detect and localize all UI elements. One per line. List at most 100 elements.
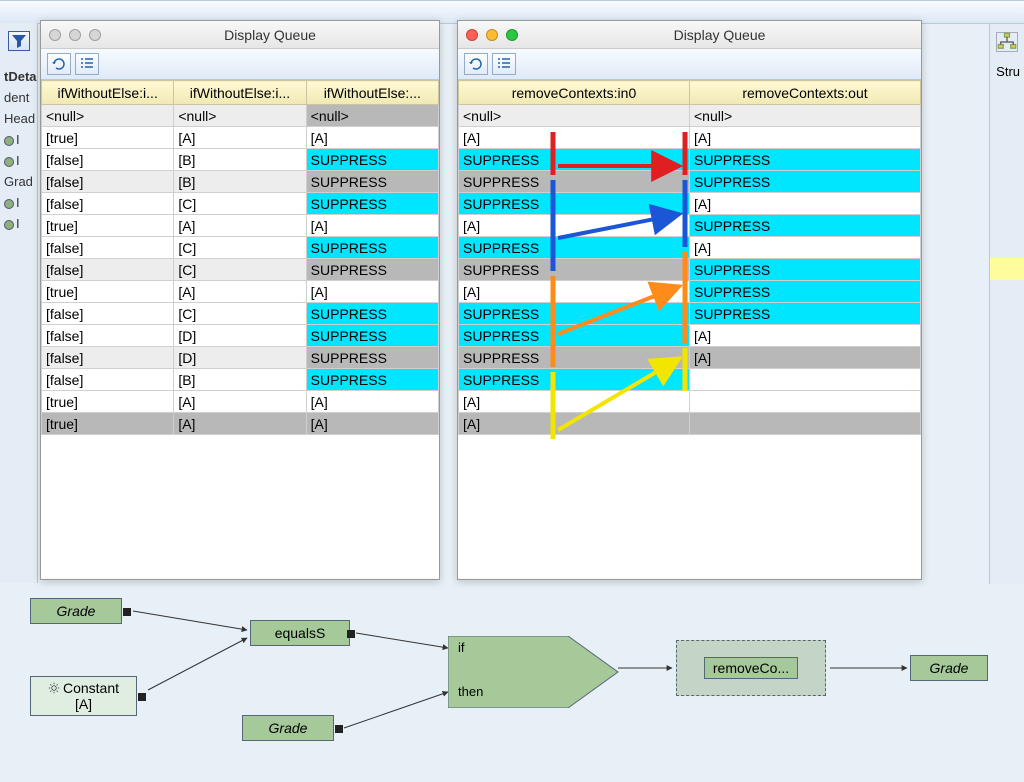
cell[interactable]: <null> (42, 105, 174, 127)
cell[interactable]: [A] (459, 127, 690, 149)
cell[interactable]: [false] (42, 149, 174, 171)
node-remove-contexts[interactable]: removeCo... (676, 640, 826, 696)
cell[interactable]: <null> (306, 105, 438, 127)
cell[interactable]: [B] (174, 369, 306, 391)
cell[interactable]: SUPPRESS (459, 149, 690, 171)
cell[interactable]: SUPPRESS (690, 281, 921, 303)
cell[interactable]: [C] (174, 237, 306, 259)
cell[interactable] (690, 413, 921, 435)
cell[interactable]: [C] (174, 259, 306, 281)
cell[interactable]: [true] (42, 281, 174, 303)
display-queue-window-left[interactable]: Display Queue ifWithoutElse:i...ifWithou… (40, 20, 440, 580)
cell[interactable]: SUPPRESS (459, 171, 690, 193)
close-button[interactable] (466, 29, 478, 41)
cell[interactable]: [D] (174, 325, 306, 347)
cell[interactable]: [false] (42, 369, 174, 391)
queue-table-right[interactable]: removeContexts:in0removeContexts:out<nul… (458, 80, 921, 435)
cell[interactable]: [A] (306, 391, 438, 413)
minimize-button[interactable] (69, 29, 81, 41)
cell[interactable]: SUPPRESS (459, 347, 690, 369)
cell[interactable]: SUPPRESS (690, 171, 921, 193)
cell[interactable]: [A] (174, 215, 306, 237)
node-grade-target[interactable]: Grade (910, 655, 988, 681)
zoom-button[interactable] (506, 29, 518, 41)
cell[interactable]: [A] (690, 127, 921, 149)
cell[interactable]: [A] (690, 325, 921, 347)
cell[interactable]: [A] (174, 413, 306, 435)
cell[interactable]: SUPPRESS (459, 325, 690, 347)
cell[interactable]: [A] (306, 413, 438, 435)
refresh-icon[interactable] (464, 53, 488, 75)
cell[interactable]: [false] (42, 259, 174, 281)
list-icon[interactable] (492, 53, 516, 75)
close-button[interactable] (49, 29, 61, 41)
cell[interactable]: [false] (42, 237, 174, 259)
cell[interactable]: SUPPRESS (459, 303, 690, 325)
node-grade-source-1[interactable]: Grade (30, 598, 122, 624)
tree-structure-icon[interactable] (996, 32, 1018, 52)
display-queue-window-right[interactable]: Display Queue removeContexts:in0removeCo… (457, 20, 922, 580)
node-constant[interactable]: Constant [A] (30, 676, 137, 716)
cell[interactable]: [B] (174, 171, 306, 193)
node-grade-source-2[interactable]: Grade (242, 715, 334, 741)
cell[interactable]: [A] (459, 391, 690, 413)
cell[interactable]: SUPPRESS (459, 237, 690, 259)
minimize-button[interactable] (486, 29, 498, 41)
cell[interactable]: [false] (42, 193, 174, 215)
cell[interactable]: SUPPRESS (306, 149, 438, 171)
node-equalss[interactable]: equalsS (250, 620, 350, 646)
column-header[interactable]: ifWithoutElse:i... (174, 81, 306, 105)
cell[interactable]: SUPPRESS (459, 193, 690, 215)
cell[interactable]: SUPPRESS (306, 303, 438, 325)
cell[interactable]: [A] (306, 215, 438, 237)
cell[interactable]: [false] (42, 303, 174, 325)
titlebar[interactable]: Display Queue (458, 21, 921, 49)
cell[interactable]: [A] (174, 391, 306, 413)
cell[interactable]: SUPPRESS (306, 325, 438, 347)
cell[interactable]: <null> (459, 105, 690, 127)
cell[interactable]: SUPPRESS (306, 369, 438, 391)
filter-icon[interactable] (8, 31, 30, 51)
cell[interactable]: [A] (306, 127, 438, 149)
cell[interactable] (690, 369, 921, 391)
zoom-button[interactable] (89, 29, 101, 41)
cell[interactable]: [A] (174, 281, 306, 303)
cell[interactable]: [A] (174, 127, 306, 149)
cell[interactable]: [A] (690, 347, 921, 369)
titlebar[interactable]: Display Queue (41, 21, 439, 49)
column-header[interactable]: ifWithoutElse:... (306, 81, 438, 105)
cell[interactable]: SUPPRESS (306, 193, 438, 215)
cell[interactable]: [false] (42, 325, 174, 347)
cell[interactable]: SUPPRESS (690, 215, 921, 237)
column-header[interactable]: removeContexts:in0 (459, 81, 690, 105)
cell[interactable]: SUPPRESS (690, 259, 921, 281)
cell[interactable]: [A] (459, 413, 690, 435)
cell[interactable] (690, 391, 921, 413)
cell[interactable]: SUPPRESS (690, 303, 921, 325)
cell[interactable]: SUPPRESS (459, 259, 690, 281)
cell[interactable]: [true] (42, 127, 174, 149)
cell[interactable]: [false] (42, 171, 174, 193)
cell[interactable]: [A] (690, 237, 921, 259)
cell[interactable]: [C] (174, 303, 306, 325)
cell[interactable]: [false] (42, 347, 174, 369)
cell[interactable]: [A] (459, 281, 690, 303)
cell[interactable]: SUPPRESS (306, 259, 438, 281)
cell[interactable]: SUPPRESS (306, 171, 438, 193)
cell[interactable]: [D] (174, 347, 306, 369)
cell[interactable]: [true] (42, 413, 174, 435)
cell[interactable]: [C] (174, 193, 306, 215)
queue-table-left[interactable]: ifWithoutElse:i...ifWithoutElse:i...ifWi… (41, 80, 439, 435)
cell[interactable]: <null> (174, 105, 306, 127)
cell[interactable]: SUPPRESS (306, 347, 438, 369)
cell[interactable]: [A] (690, 193, 921, 215)
refresh-icon[interactable] (47, 53, 71, 75)
cell[interactable]: [B] (174, 149, 306, 171)
cell[interactable]: [A] (459, 215, 690, 237)
cell[interactable]: [true] (42, 391, 174, 413)
cell[interactable]: [true] (42, 215, 174, 237)
cell[interactable]: <null> (690, 105, 921, 127)
cell[interactable]: [A] (306, 281, 438, 303)
cell[interactable]: SUPPRESS (459, 369, 690, 391)
column-header[interactable]: removeContexts:out (690, 81, 921, 105)
